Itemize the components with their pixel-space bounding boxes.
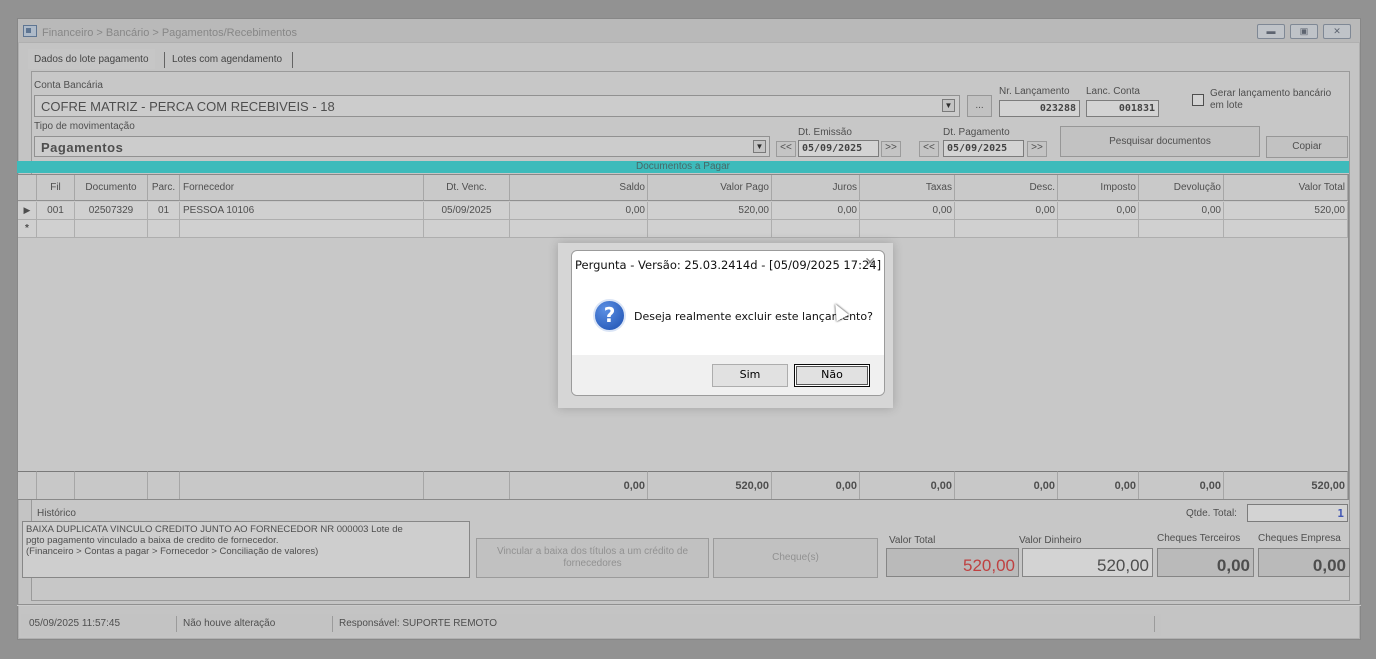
confirm-dialog: Pergunta - Versão: 25.03.2414d - [05/09/… xyxy=(571,250,885,396)
question-icon: ? xyxy=(593,299,626,332)
close-icon[interactable]: ✕ xyxy=(864,255,876,271)
dialog-title: Pergunta - Versão: 25.03.2414d - [05/09/… xyxy=(575,258,882,272)
yes-label: Sim xyxy=(739,368,761,381)
no-button[interactable]: Não xyxy=(794,364,870,387)
yes-button[interactable]: Sim xyxy=(712,364,788,387)
no-label: Não xyxy=(821,368,843,381)
